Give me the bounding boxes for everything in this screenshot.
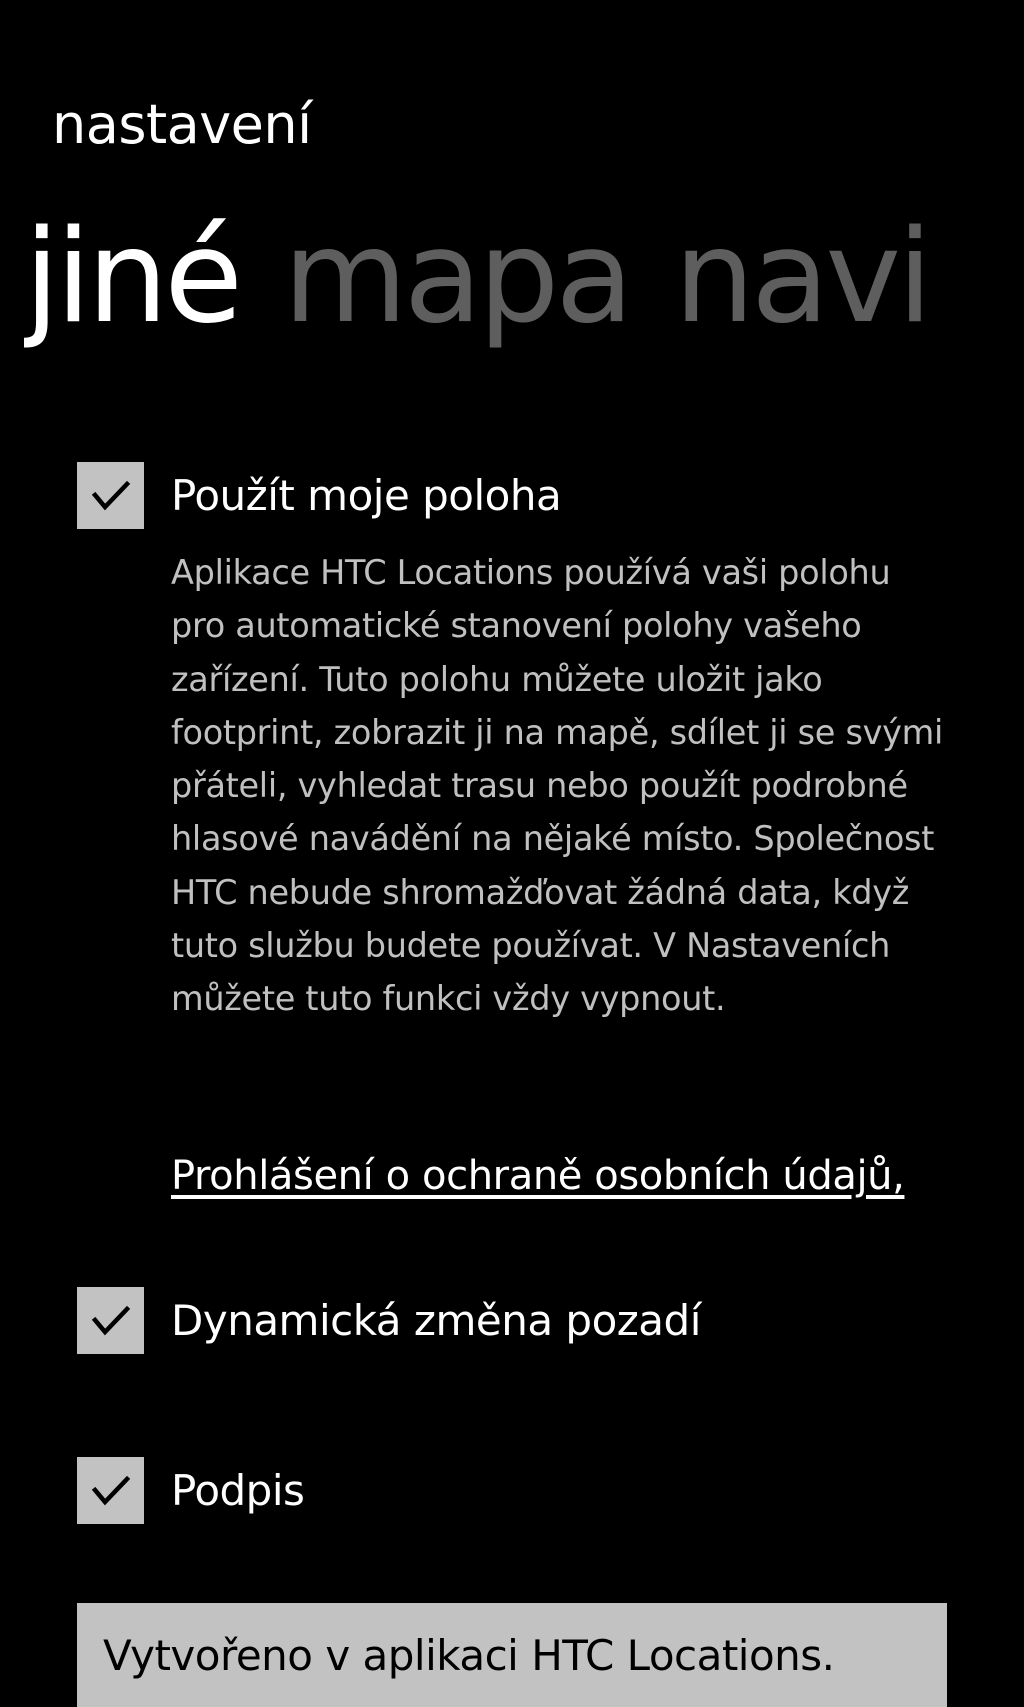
tab-navigace[interactable]: navi xyxy=(674,214,933,342)
dynamic-background-label: Dynamická změna pozadí xyxy=(171,1295,701,1345)
dynamic-background-checkbox[interactable] xyxy=(77,1287,144,1354)
tab-jine[interactable]: jiné xyxy=(24,214,243,342)
check-icon xyxy=(91,1305,130,1335)
tab-mapa[interactable]: mapa xyxy=(283,214,634,342)
use-location-description: Aplikace HTC Locations používá vaši polo… xyxy=(171,553,944,1019)
signature-checkbox[interactable] xyxy=(77,1457,144,1524)
signature-row[interactable]: Podpis xyxy=(77,1457,305,1524)
use-location-row[interactable]: Použít moje poloha xyxy=(77,462,562,529)
use-location-checkbox[interactable] xyxy=(77,462,144,529)
pivot-header: jiné mapa navi xyxy=(24,214,1024,364)
signature-label: Podpis xyxy=(171,1465,305,1515)
dynamic-background-row[interactable]: Dynamická změna pozadí xyxy=(77,1287,701,1354)
use-location-label: Použít moje poloha xyxy=(171,470,562,520)
check-icon xyxy=(91,1475,130,1505)
check-icon xyxy=(91,480,130,510)
privacy-statement-link[interactable]: Prohlášení o ochraně osobních údajů, xyxy=(171,1152,905,1200)
page-title: nastavení xyxy=(52,93,312,156)
signature-input[interactable] xyxy=(77,1603,947,1707)
